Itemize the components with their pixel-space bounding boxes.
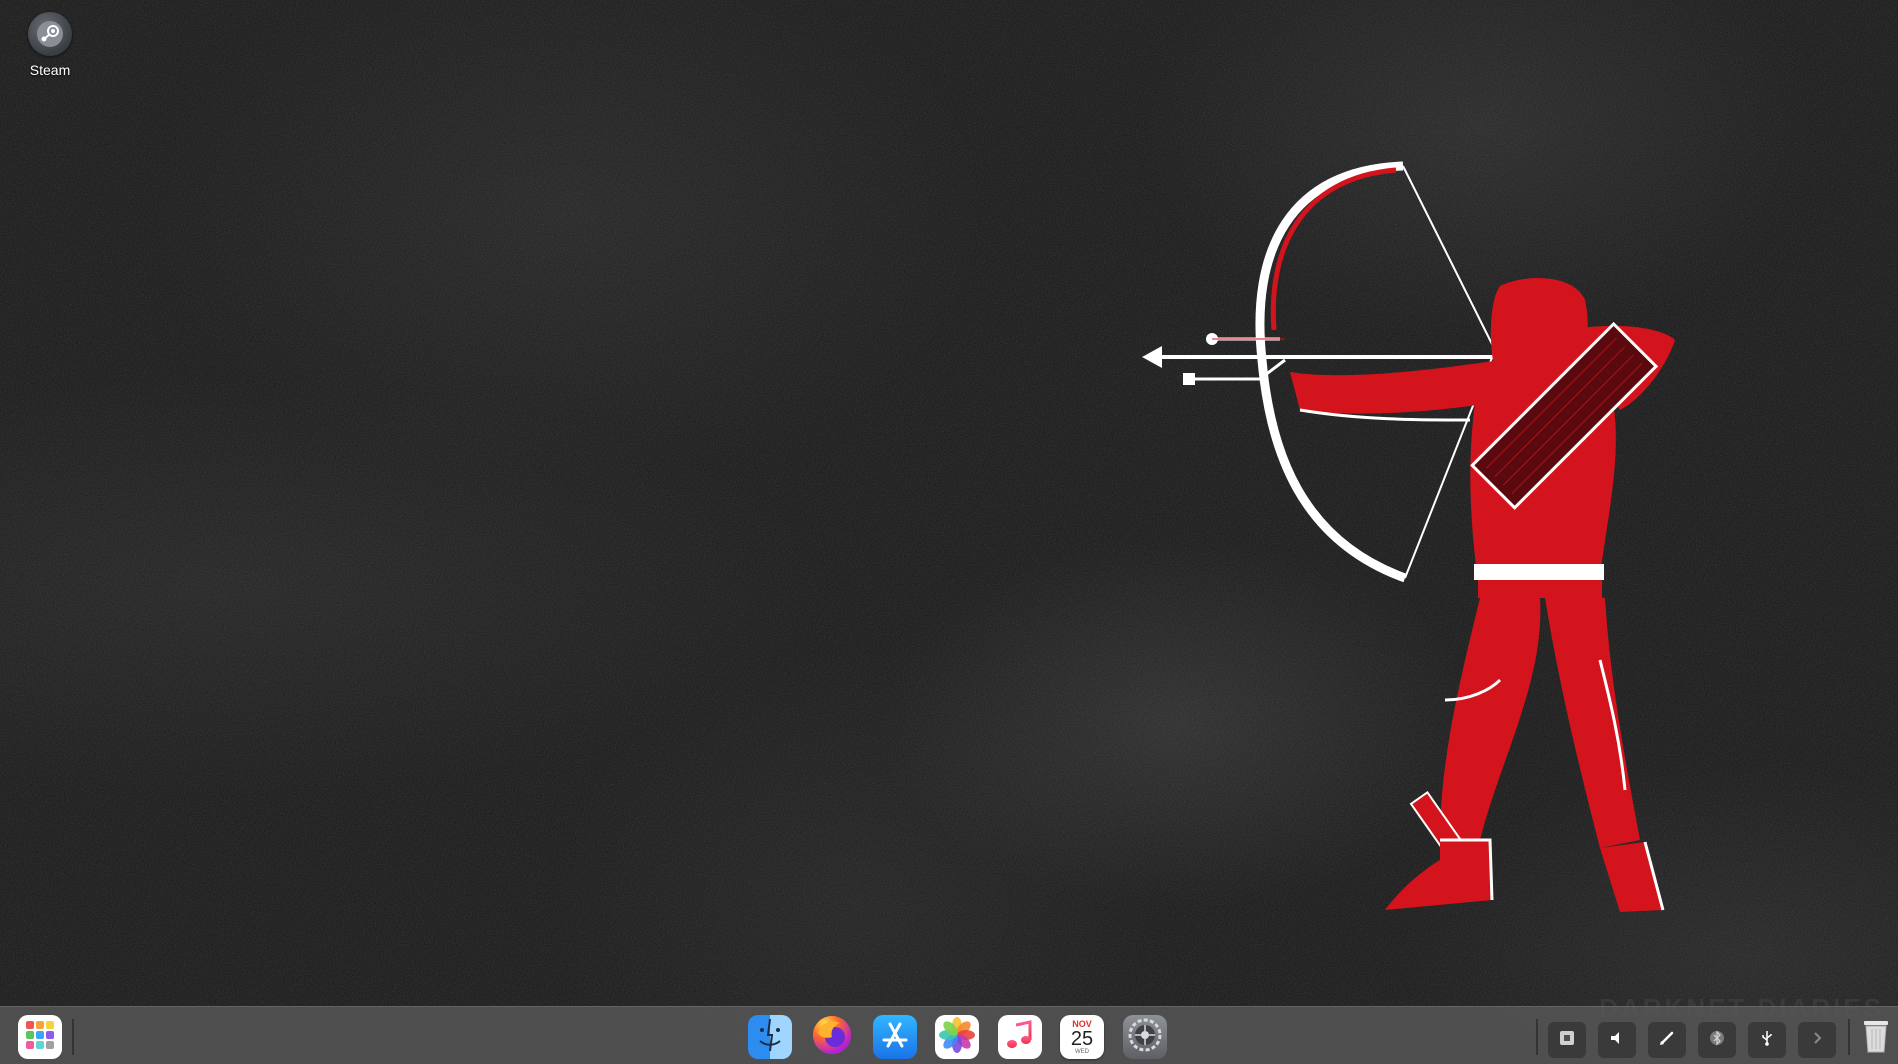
dock: NOV 25 WED xyxy=(0,1006,1898,1064)
app-grid-icon xyxy=(23,1018,57,1057)
launcher-button[interactable] xyxy=(18,1015,62,1059)
tray-window-button[interactable] xyxy=(1548,1022,1586,1058)
dock-separator xyxy=(1848,1019,1850,1055)
trash-icon xyxy=(1859,1015,1893,1060)
dock-separator xyxy=(1536,1019,1538,1055)
app-store-icon xyxy=(878,1018,912,1057)
dock-app-calendar[interactable]: NOV 25 WED xyxy=(1060,1015,1104,1059)
steam-icon xyxy=(28,12,72,56)
usb-icon xyxy=(1758,1029,1776,1052)
desktop-icon-label: Steam xyxy=(29,62,71,78)
wallpaper xyxy=(0,0,1898,1064)
window-icon xyxy=(1558,1029,1576,1052)
finder-icon xyxy=(750,1015,790,1060)
dock-app-system-settings[interactable] xyxy=(1123,1015,1167,1059)
dock-app-photos[interactable] xyxy=(935,1015,979,1059)
dock-app-app-store[interactable] xyxy=(873,1015,917,1059)
tray-expand-button[interactable] xyxy=(1798,1022,1836,1058)
firefox-icon xyxy=(810,1013,854,1062)
pen-icon xyxy=(1658,1029,1676,1052)
desktop: Steam DARKNET DIARIES xyxy=(0,0,1898,1064)
music-icon xyxy=(1003,1018,1037,1057)
dock-app-finder[interactable] xyxy=(748,1015,792,1059)
photos-icon xyxy=(937,1015,977,1060)
dock-trash[interactable] xyxy=(1856,1015,1896,1059)
settings-icon xyxy=(1126,1016,1164,1059)
dock-app-firefox[interactable] xyxy=(810,1015,854,1059)
bluetooth-icon xyxy=(1708,1029,1726,1052)
volume-icon xyxy=(1608,1029,1626,1052)
tray-bluetooth-button[interactable] xyxy=(1698,1022,1736,1058)
tray-volume-button[interactable] xyxy=(1598,1022,1636,1058)
chevron-right-icon xyxy=(1808,1029,1826,1052)
desktop-icon-steam[interactable]: Steam xyxy=(18,12,82,78)
dock-app-music[interactable] xyxy=(998,1015,1042,1059)
tray-usb-button[interactable] xyxy=(1748,1022,1786,1058)
calendar-weekday: WED xyxy=(1075,1049,1089,1055)
calendar-day: 25 xyxy=(1070,1028,1094,1050)
tray-pen-button[interactable] xyxy=(1648,1022,1686,1058)
dock-separator xyxy=(72,1019,74,1055)
